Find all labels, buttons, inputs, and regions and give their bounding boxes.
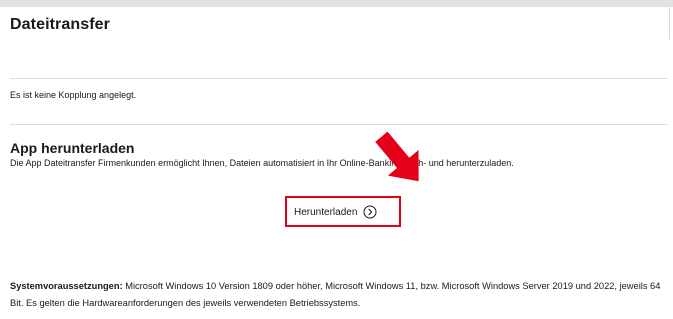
divider bbox=[10, 124, 668, 125]
section-title: App herunterladen bbox=[10, 140, 135, 156]
chevron-right-circle-icon bbox=[363, 205, 377, 219]
pairing-status-text: Es ist keine Kopplung angelegt. bbox=[10, 90, 137, 100]
download-button-label: Herunterladen bbox=[294, 206, 358, 218]
system-requirements-label: Systemvoraussetzungen: bbox=[10, 281, 123, 291]
page-title: Dateitransfer bbox=[10, 16, 111, 33]
red-arrow-icon bbox=[375, 131, 419, 182]
divider bbox=[10, 78, 668, 79]
section-description: Die App Dateitransfer Firmenkunden ermög… bbox=[10, 158, 514, 168]
download-button[interactable]: Herunterladen bbox=[294, 203, 377, 221]
top-strip bbox=[0, 0, 673, 7]
right-rule bbox=[669, 7, 670, 39]
system-requirements: Systemvoraussetzungen: Microsoft Windows… bbox=[10, 278, 665, 312]
